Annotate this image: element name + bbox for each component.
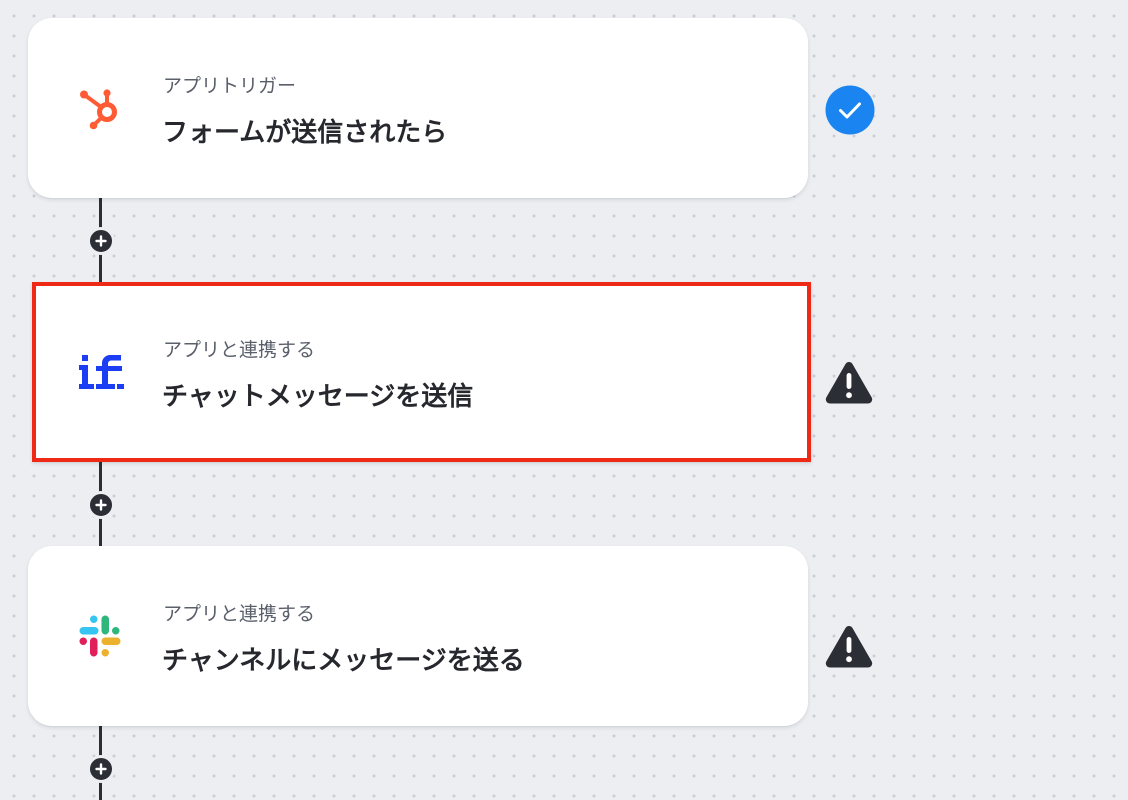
step-type-label: アプリトリガー [163,75,297,97]
flow-step-card-trigger[interactable]: アプリトリガー フォームが送信されたら [28,18,808,198]
step-title: チャンネルにメッセージを送る [162,646,525,676]
warning-icon [825,362,873,404]
add-step-button[interactable] [87,227,115,255]
hubspot-icon [80,89,117,130]
slack-icon [79,615,121,657]
step-type-label: アプリと連携する [163,603,316,625]
step-title: チャットメッセージを送信 [162,382,474,412]
plus-icon [95,235,107,247]
flow-step-card-slack[interactable]: アプリと連携する チャンネルにメッセージを送る [28,546,808,726]
flow-step-card-chat-message[interactable]: アプリと連携する チャットメッセージを送信 [32,282,811,462]
step-title: フォームが送信されたら [162,118,448,148]
plus-icon [95,499,107,511]
if-logo-icon [79,355,124,389]
plus-icon [95,763,107,775]
step-type-label: アプリと連携する [163,339,316,361]
add-step-button[interactable] [87,755,115,783]
check-circle-icon [825,85,875,135]
add-step-button[interactable] [87,491,115,519]
warning-icon [825,626,873,668]
